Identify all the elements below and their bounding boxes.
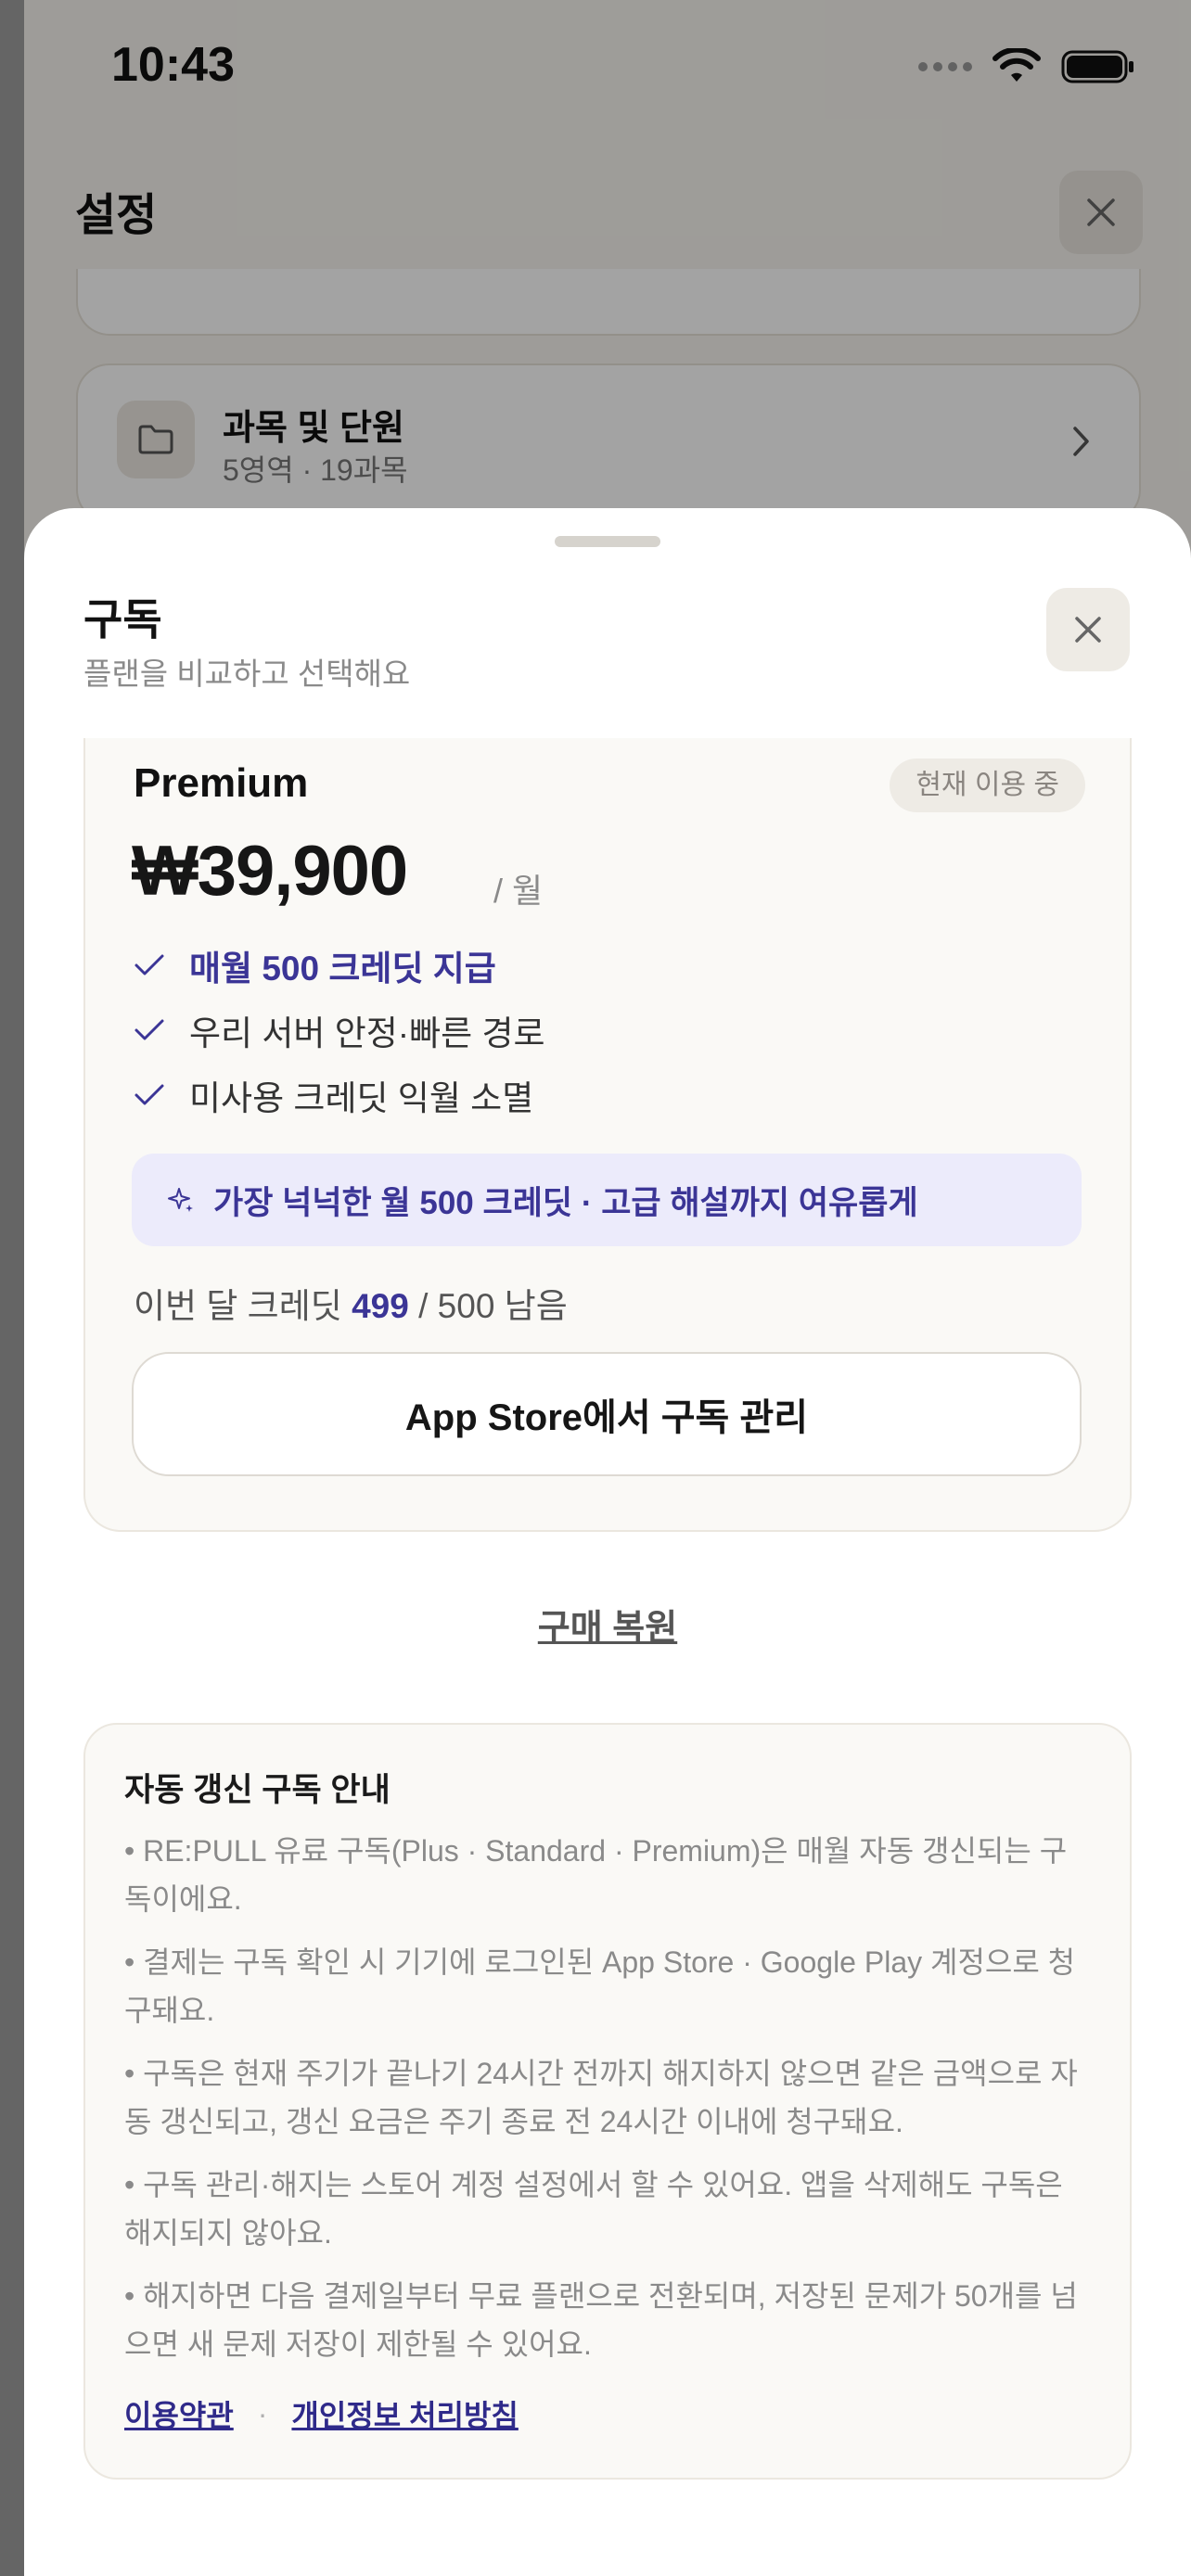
sheet-subtitle: 플랜을 비교하고 선택해요: [83, 657, 411, 691]
credits-remaining: 499: [352, 1287, 409, 1325]
terms-link[interactable]: 이용약관: [124, 2392, 234, 2435]
info-item: • RE:PULL 유료 구독(Plus · Standard · Premiu…: [124, 1834, 1068, 1916]
plan-price: ₩39,900: [132, 832, 408, 911]
promo-text: 가장 넉넉한 월 500 크레딧 · 고급 해설까지 여유롭게: [213, 1184, 918, 1221]
check-icon: [134, 1084, 164, 1105]
restore-purchases-link[interactable]: 구매 복원: [24, 1599, 1191, 1650]
plan-name: Premium: [134, 760, 309, 806]
sheet-title: 구독: [83, 595, 162, 644]
price-unit: / 월: [493, 872, 544, 910]
info-title: 자동 갱신 구독 안내: [124, 1772, 391, 1808]
feature-item: 미사용 크레딧 익월 소멸: [134, 1070, 533, 1120]
manage-subscription-button[interactable]: App Store에서 구독 관리: [132, 1352, 1082, 1476]
sheet-close-button[interactable]: [1046, 588, 1130, 671]
premium-plan-card: Premium 현재 이용 중 ₩39,900 / 월 매월 500 크레딧 지…: [83, 738, 1132, 1532]
feature-label: 미사용 크레딧 익월 소멸: [189, 1079, 534, 1117]
feature-item: 우리 서버 안정·빠른 경로: [134, 1005, 545, 1055]
feature-item: 매월 500 크레딧 지급: [134, 940, 496, 990]
credits-total: / 500 남음: [418, 1287, 568, 1325]
close-icon: [1075, 617, 1101, 643]
privacy-policy-link[interactable]: 개인정보 처리방침: [291, 2392, 518, 2435]
info-item: • 해지하면 다음 결제일부터 무료 플랜으로 전환되며, 저장된 문제가 50…: [124, 2279, 1078, 2361]
promo-banner: 가장 넉넉한 월 500 크레딧 · 고급 해설까지 여유롭게: [132, 1154, 1082, 1246]
auto-renew-info-card: 자동 갱신 구독 안내 • RE:PULL 유료 구독(Plus · Stand…: [83, 1723, 1132, 2480]
info-item: • 구독 관리·해지는 스토어 계정 설정에서 할 수 있어요. 앱을 삭제해도…: [124, 2168, 1063, 2250]
info-item: • 결제는 구독 확인 시 기기에 로그인된 App Store · Googl…: [124, 1945, 1076, 2027]
subscription-sheet: 구독 플랜을 비교하고 선택해요 Premium 현재 이용 중 ₩39,900…: [24, 508, 1191, 2576]
current-plan-badge: 현재 이용 중: [890, 759, 1085, 812]
feature-label: 우리 서버 안정·빠른 경로: [189, 1014, 545, 1052]
info-item: • 구독은 현재 주기가 끝나기 24시간 전까지 해지하지 않으면 같은 금액…: [124, 2057, 1078, 2138]
sheet-grabber[interactable]: [555, 536, 660, 547]
sparkle-icon: [167, 1186, 195, 1214]
check-icon: [134, 1019, 164, 1040]
feature-label: 매월 500 크레딧 지급: [189, 950, 496, 988]
credits-status: 이번 달 크레딧 499 / 500 남음: [134, 1278, 568, 1328]
credits-label: 이번 달 크레딧: [134, 1287, 342, 1325]
legal-links: 이용약관 · 개인정보 처리방침: [124, 2392, 519, 2435]
check-icon: [134, 954, 164, 976]
link-separator: ·: [257, 2396, 268, 2430]
